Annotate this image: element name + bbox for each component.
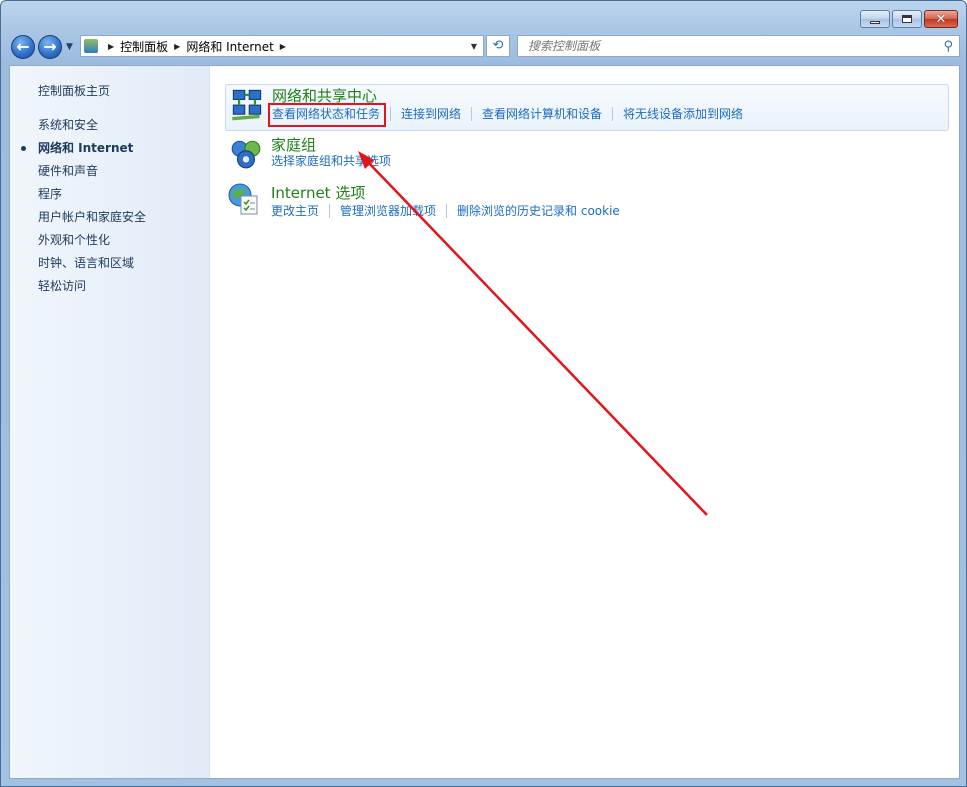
close-icon: ✕	[935, 11, 947, 27]
link-homegroup-sharing-options[interactable]: 选择家庭组和共享选项	[271, 154, 401, 168]
link-delete-history[interactable]: 删除浏览的历史记录和 cookie	[446, 204, 630, 218]
sidebar-list: 系统和安全 网络和 Internet 硬件和声音 程序 用户帐户和家庭安全 外观…	[20, 114, 146, 298]
sidebar-item-hardware-sound[interactable]: 硬件和声音	[38, 160, 146, 183]
maximize-button[interactable]	[892, 10, 922, 28]
sidebar-home-link[interactable]: 控制面板主页	[38, 82, 110, 99]
forward-arrow-icon: →	[43, 37, 57, 56]
link-manage-addons[interactable]: 管理浏览器加载项	[329, 204, 446, 218]
breadcrumb-separator-icon[interactable]: ▶	[280, 42, 286, 51]
category-title[interactable]: Internet 选项	[271, 182, 365, 203]
search-box: ⚲	[517, 35, 960, 57]
sidebar: 控制面板主页 系统和安全 网络和 Internet 硬件和声音 程序 用户帐户和…	[10, 66, 210, 778]
sidebar-item-user-accounts[interactable]: 用户帐户和家庭安全	[38, 206, 146, 229]
address-dropdown-icon[interactable]: ▼	[471, 42, 477, 51]
navigation-bar: ← → ▼ ▶ 控制面板 ▶ 网络和 Internet ▶ ▼ ⟲ ⚲	[9, 33, 960, 61]
back-button[interactable]: ←	[11, 35, 35, 59]
caption-buttons: ✕	[860, 10, 958, 28]
window-frame: ✕ ← → ▼ ▶ 控制面板 ▶ 网络和 Internet ▶ ▼ ⟲ ⚲ 控制…	[0, 0, 967, 787]
sidebar-item-clock-language-region[interactable]: 时钟、语言和区域	[38, 252, 146, 275]
back-arrow-icon: ←	[16, 37, 30, 56]
forward-button[interactable]: →	[38, 35, 62, 59]
category-links: 更改主页 管理浏览器加载项 删除浏览的历史记录和 cookie	[271, 204, 630, 218]
sidebar-item-programs[interactable]: 程序	[38, 183, 146, 206]
link-view-network-computers[interactable]: 查看网络计算机和设备	[471, 107, 612, 121]
homegroup-icon[interactable]	[229, 137, 263, 171]
recent-pages-dropdown-icon[interactable]: ▼	[66, 42, 73, 52]
control-panel-icon	[84, 39, 98, 53]
category-internet-options: Internet 选项 更改主页 管理浏览器加载项 删除浏览的历史记录和 coo…	[225, 182, 949, 222]
sidebar-item-network-internet[interactable]: 网络和 Internet	[20, 137, 146, 160]
sidebar-item-ease-of-access[interactable]: 轻松访问	[38, 275, 146, 298]
refresh-icon: ⟲	[492, 38, 504, 53]
category-links: 选择家庭组和共享选项	[271, 154, 401, 168]
internet-options-icon[interactable]	[227, 182, 261, 216]
link-connect-to-network[interactable]: 连接到网络	[390, 107, 471, 121]
category-title[interactable]: 家庭组	[271, 134, 316, 155]
address-bar[interactable]: ▶ 控制面板 ▶ 网络和 Internet ▶ ▼	[80, 35, 484, 57]
sidebar-item-system-security[interactable]: 系统和安全	[38, 114, 146, 137]
search-icon[interactable]: ⚲	[943, 39, 953, 54]
link-add-wireless-device[interactable]: 将无线设备添加到网络	[612, 107, 753, 121]
breadcrumb-network-internet[interactable]: 网络和 Internet	[186, 38, 273, 55]
minimize-button[interactable]	[860, 10, 890, 28]
refresh-button[interactable]: ⟲	[486, 35, 510, 57]
sidebar-item-appearance[interactable]: 外观和个性化	[38, 229, 146, 252]
breadcrumb-separator-icon[interactable]: ▶	[108, 42, 114, 51]
category-homegroup: 家庭组 选择家庭组和共享选项	[225, 134, 949, 174]
close-button[interactable]: ✕	[924, 10, 958, 28]
content-area: 控制面板主页 系统和安全 网络和 Internet 硬件和声音 程序 用户帐户和…	[9, 65, 960, 779]
breadcrumb-separator-icon[interactable]: ▶	[174, 42, 180, 51]
network-sharing-center-icon[interactable]	[230, 87, 264, 121]
annotation-highlight-box	[268, 103, 386, 127]
search-input[interactable]	[526, 38, 944, 54]
link-change-homepage[interactable]: 更改主页	[271, 204, 329, 218]
minimize-icon	[870, 20, 880, 24]
main-panel: 网络和共享中心 查看网络状态和任务 连接到网络 查看网络计算机和设备 将无线设备…	[209, 66, 959, 778]
breadcrumb-control-panel[interactable]: 控制面板	[120, 38, 168, 55]
maximize-icon	[902, 15, 912, 23]
